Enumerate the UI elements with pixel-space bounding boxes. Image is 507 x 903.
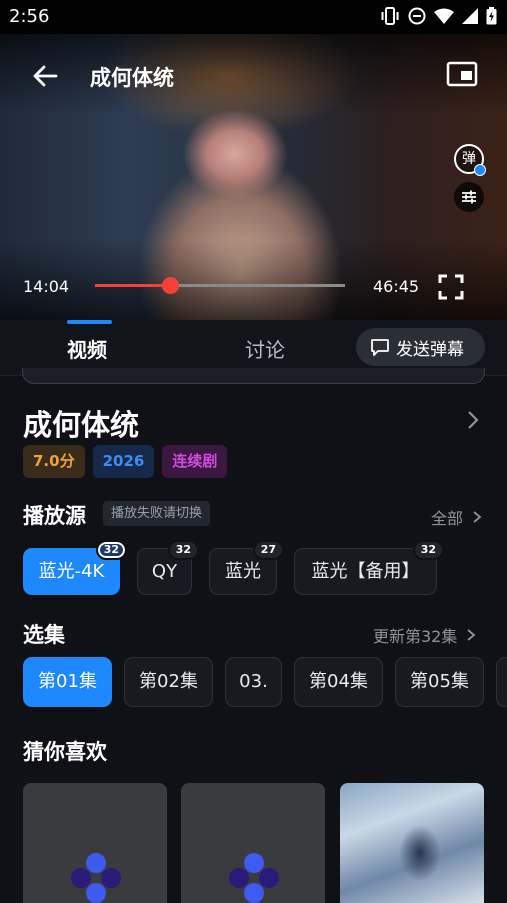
sources-all-label: 全部	[431, 509, 464, 528]
episode-item[interactable]: 第02集	[124, 657, 213, 707]
video-title: 成何体统	[90, 66, 174, 90]
send-danmu-button[interactable]: 发送弹幕	[356, 328, 485, 366]
top-shade	[0, 34, 507, 114]
tab-discuss[interactable]: 讨论	[245, 334, 285, 363]
chevron-right-icon	[473, 511, 482, 523]
danmu-on-check-icon	[474, 164, 486, 176]
battery-icon	[486, 7, 497, 25]
status-icons	[380, 7, 497, 25]
fullscreen-icon[interactable]	[438, 274, 464, 300]
episode-item[interactable]: 第05集	[395, 657, 484, 707]
comment-icon	[371, 339, 389, 356]
back-arrow-icon[interactable]	[30, 61, 60, 91]
dnd-icon	[408, 7, 426, 25]
source-label: 蓝光-4K	[38, 561, 105, 582]
show-tags: 7.0分 2026 连续剧	[23, 445, 228, 478]
vibrate-icon	[381, 7, 399, 25]
episodes-heading: 选集	[23, 623, 65, 647]
video-player[interactable]: 成何体统 弹 14:04 46:45	[0, 34, 507, 320]
source-item[interactable]: 蓝光【备用】 32	[294, 540, 444, 595]
wifi-icon	[434, 8, 454, 24]
source-count-badge: 32	[95, 540, 127, 560]
danmu-settings-icon[interactable]	[454, 182, 484, 212]
signal-icon	[462, 8, 478, 24]
year-tag: 2026	[92, 445, 155, 478]
source-label: 蓝光【备用】	[311, 561, 420, 582]
show-detail-chevron-icon[interactable]	[466, 409, 480, 431]
recommend-card[interactable]	[23, 783, 167, 903]
episode-item[interactable]: 第01集	[23, 657, 112, 707]
episode-item[interactable]: 第04集	[294, 657, 383, 707]
sources-hint: 播放失败请切换	[103, 501, 211, 526]
source-label: QY	[151, 561, 178, 582]
source-label: 蓝光	[225, 561, 261, 582]
chevron-right-icon	[467, 629, 476, 641]
recommend-card-poster[interactable]	[340, 783, 484, 903]
loading-icon	[229, 853, 279, 903]
sources-all-link[interactable]: 全部	[431, 505, 482, 529]
show-title: 成何体统	[23, 408, 140, 442]
source-item[interactable]: 蓝光 27	[209, 540, 284, 595]
collapsed-panel-edge	[22, 368, 485, 384]
bottom-shade	[0, 240, 507, 320]
source-item[interactable]: 蓝光-4K 32	[23, 540, 127, 595]
status-bar: 2:56	[0, 0, 507, 34]
current-time: 14:04	[23, 277, 70, 296]
loading-icon	[71, 853, 121, 903]
source-count-badge: 27	[252, 540, 284, 560]
score-tag: 7.0分	[23, 445, 85, 478]
picture-in-picture-icon[interactable]	[446, 60, 478, 88]
recommend-card[interactable]	[181, 783, 325, 903]
tab-video[interactable]: 视频	[67, 320, 112, 363]
episodes-update-link[interactable]: 更新第32集	[373, 623, 476, 647]
episode-item[interactable]: 03.	[225, 657, 282, 707]
source-count-badge: 32	[412, 540, 444, 560]
episode-item-partial[interactable]	[496, 657, 507, 707]
recommend-heading: 猜你喜欢	[23, 740, 107, 764]
type-tag: 连续剧	[162, 445, 228, 478]
danmu-toggle-label: 弹	[462, 151, 476, 167]
total-time: 46:45	[373, 277, 420, 296]
danmu-toggle-button[interactable]: 弹	[454, 144, 486, 176]
progress-thumb[interactable]	[162, 277, 179, 294]
sources-heading: 播放源	[23, 504, 86, 528]
progress-played	[95, 284, 170, 287]
send-danmu-label: 发送弹幕	[396, 339, 464, 360]
episodes-update-label: 更新第32集	[373, 627, 458, 646]
status-time: 2:56	[9, 6, 50, 27]
source-count-badge: 32	[167, 540, 199, 560]
source-item[interactable]: QY 32	[137, 540, 199, 595]
progress-track[interactable]	[95, 277, 345, 294]
